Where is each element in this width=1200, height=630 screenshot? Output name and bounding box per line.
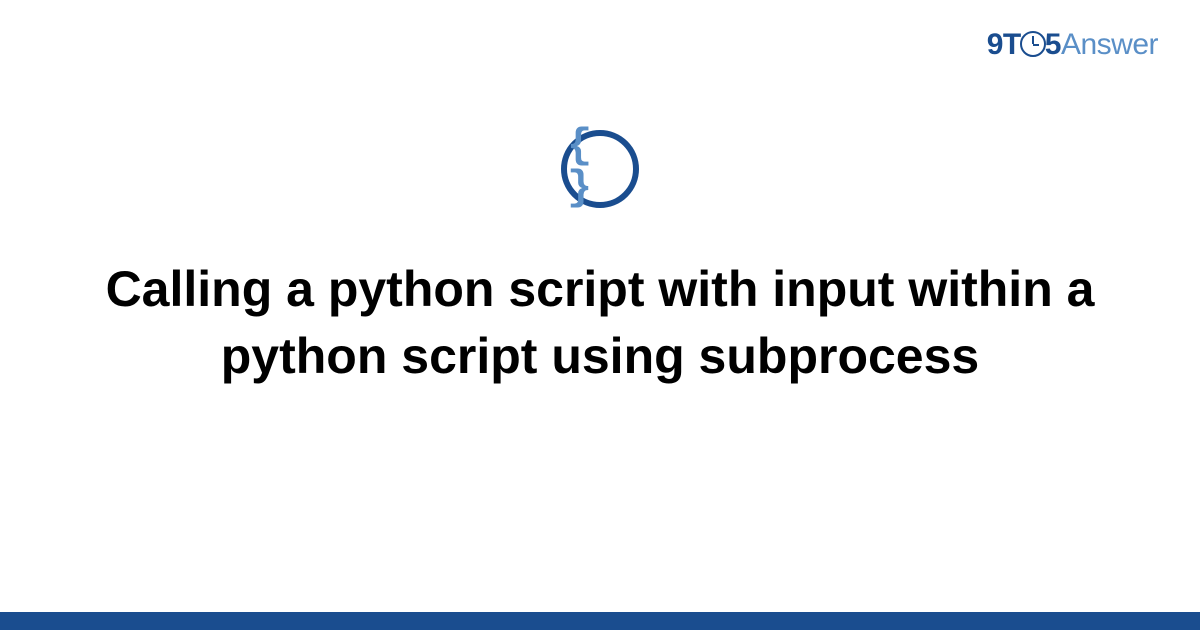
logo-word: Answer bbox=[1061, 28, 1158, 61]
footer-accent-bar bbox=[0, 612, 1200, 630]
main-content: { } Calling a python script with input w… bbox=[0, 130, 1200, 390]
category-badge: { } bbox=[561, 130, 639, 208]
clock-icon bbox=[1020, 31, 1046, 57]
logo-suffix: 5 bbox=[1045, 28, 1061, 61]
page-title: Calling a python script with input withi… bbox=[100, 256, 1100, 390]
site-logo: 9T 5Answer bbox=[987, 28, 1158, 62]
braces-icon: { } bbox=[567, 125, 633, 209]
logo-prefix: 9T bbox=[987, 28, 1021, 61]
